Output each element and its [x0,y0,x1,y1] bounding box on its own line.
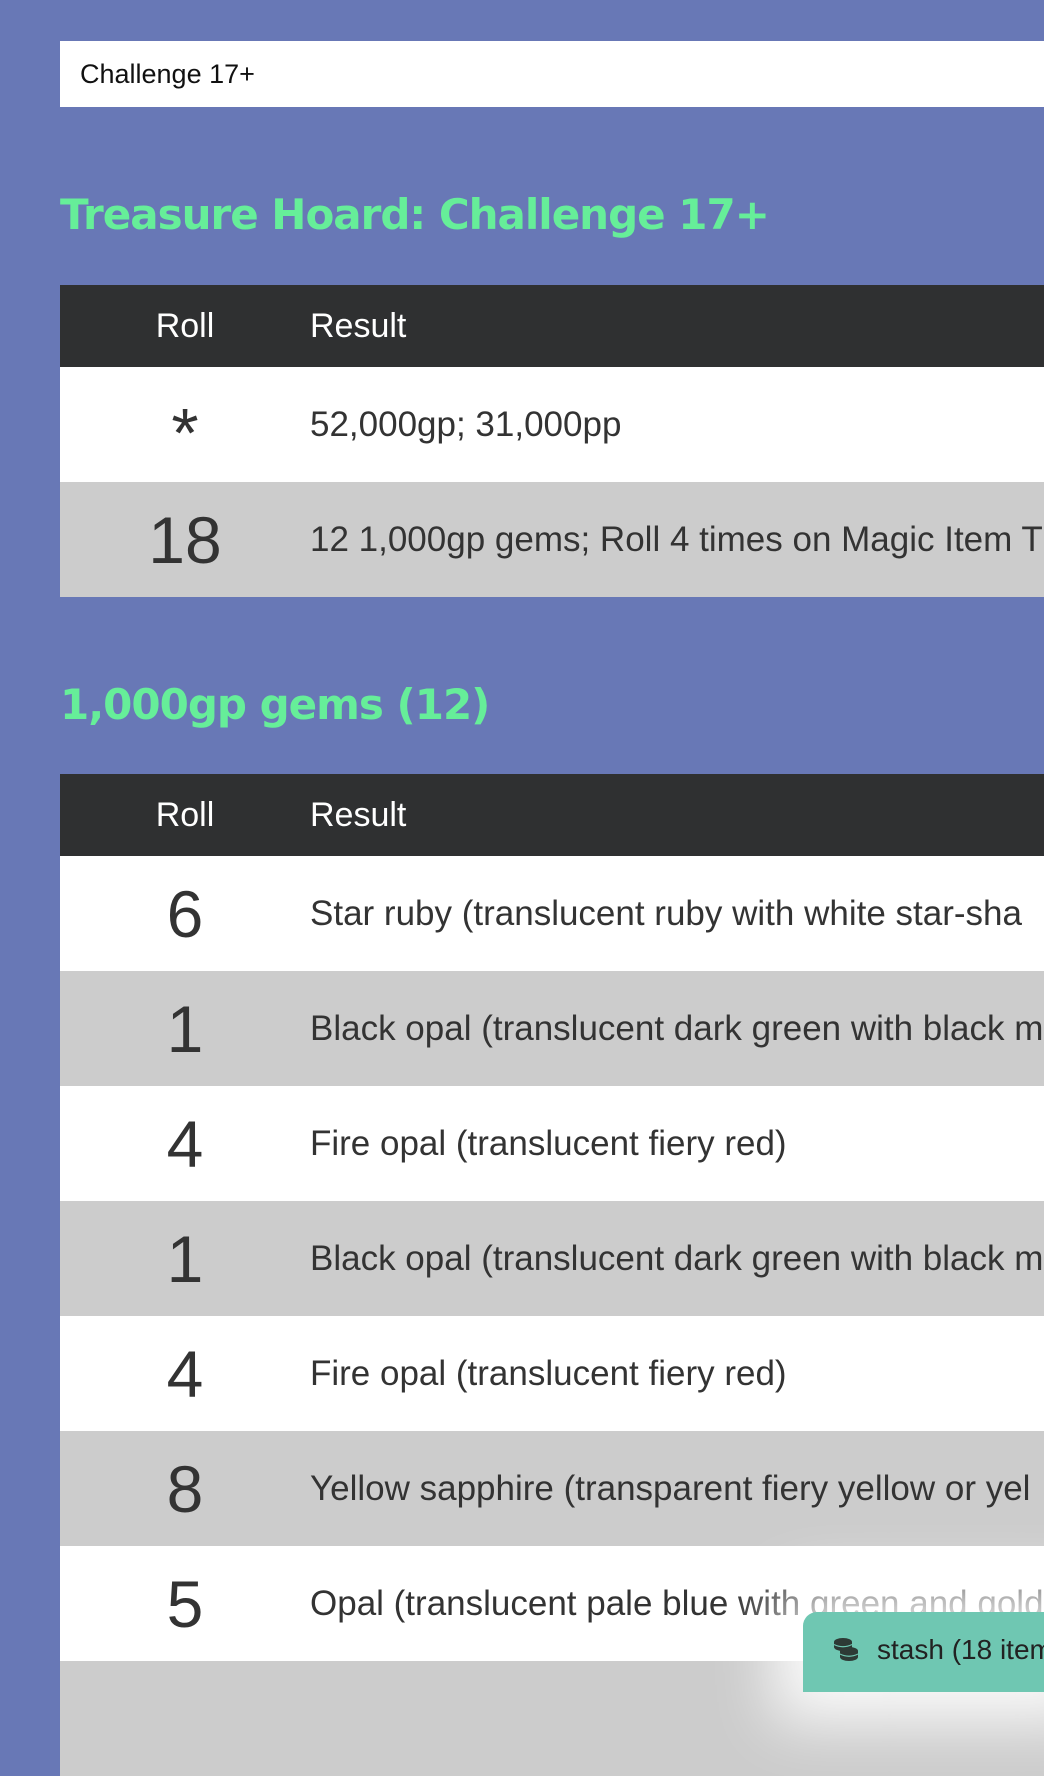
challenge-select-value: Challenge 17+ [80,58,255,89]
challenge-select[interactable]: Challenge 17+ [60,41,1044,107]
result-cell: 52,000gp; 31,000pp [310,367,1044,482]
hoard-table: Roll Result * 52,000gp; 31,000pp 18 12 1… [60,285,1044,597]
table-row: 6 Star ruby (translucent ruby with white… [60,856,1044,971]
roll-cell: 8 [60,1431,310,1546]
table-row: 4 Fire opal (translucent fiery red) [60,1086,1044,1201]
result-cell: Fire opal (translucent fiery red) [310,1086,1044,1201]
result-cell: Black opal (translucent dark green with … [310,1201,1044,1316]
roll-cell: 4 [60,1086,310,1201]
result-cell: Black opal (translucent dark green with … [310,971,1044,1086]
roll-cell: 1 [60,971,310,1086]
hoard-title: Treasure Hoard: Challenge 17+ [60,190,770,239]
gems-title: 1,000gp gems (12) [60,680,490,729]
roll-column-header: Roll [60,774,310,856]
roll-column-header: Roll [60,285,310,367]
roll-cell: 6 [60,856,310,971]
stash-label: stash (18 item [877,1634,1044,1665]
result-cell: 12 1,000gp gems; Roll 4 times on Magic I… [310,482,1044,597]
hoard-header-row: Roll Result [60,285,1044,367]
table-row: 4 Fire opal (translucent fiery red) [60,1316,1044,1431]
coins-icon [833,1638,859,1661]
roll-cell: 5 [60,1546,310,1661]
roll-cell: * [60,367,310,482]
stash-button[interactable]: stash (18 item [803,1612,1044,1692]
roll-value: * [171,393,199,472]
result-cell: Yellow sapphire (transparent fiery yello… [310,1431,1044,1546]
table-row: * 52,000gp; 31,000pp [60,367,1044,482]
result-cell: Fire opal (translucent fiery red) [310,1316,1044,1431]
roll-cell: 18 [60,482,310,597]
table-row: 1 Black opal (translucent dark green wit… [60,1201,1044,1316]
gems-header-row: Roll Result [60,774,1044,856]
table-row: 1 Black opal (translucent dark green wit… [60,971,1044,1086]
result-column-header: Result [310,285,1044,367]
table-row: 8 Yellow sapphire (transparent fiery yel… [60,1431,1044,1546]
roll-cell: 1 [60,1201,310,1316]
table-row: 18 12 1,000gp gems; Roll 4 times on Magi… [60,482,1044,597]
result-cell: Star ruby (translucent ruby with white s… [310,856,1044,971]
result-column-header: Result [310,774,1044,856]
roll-cell: 4 [60,1316,310,1431]
